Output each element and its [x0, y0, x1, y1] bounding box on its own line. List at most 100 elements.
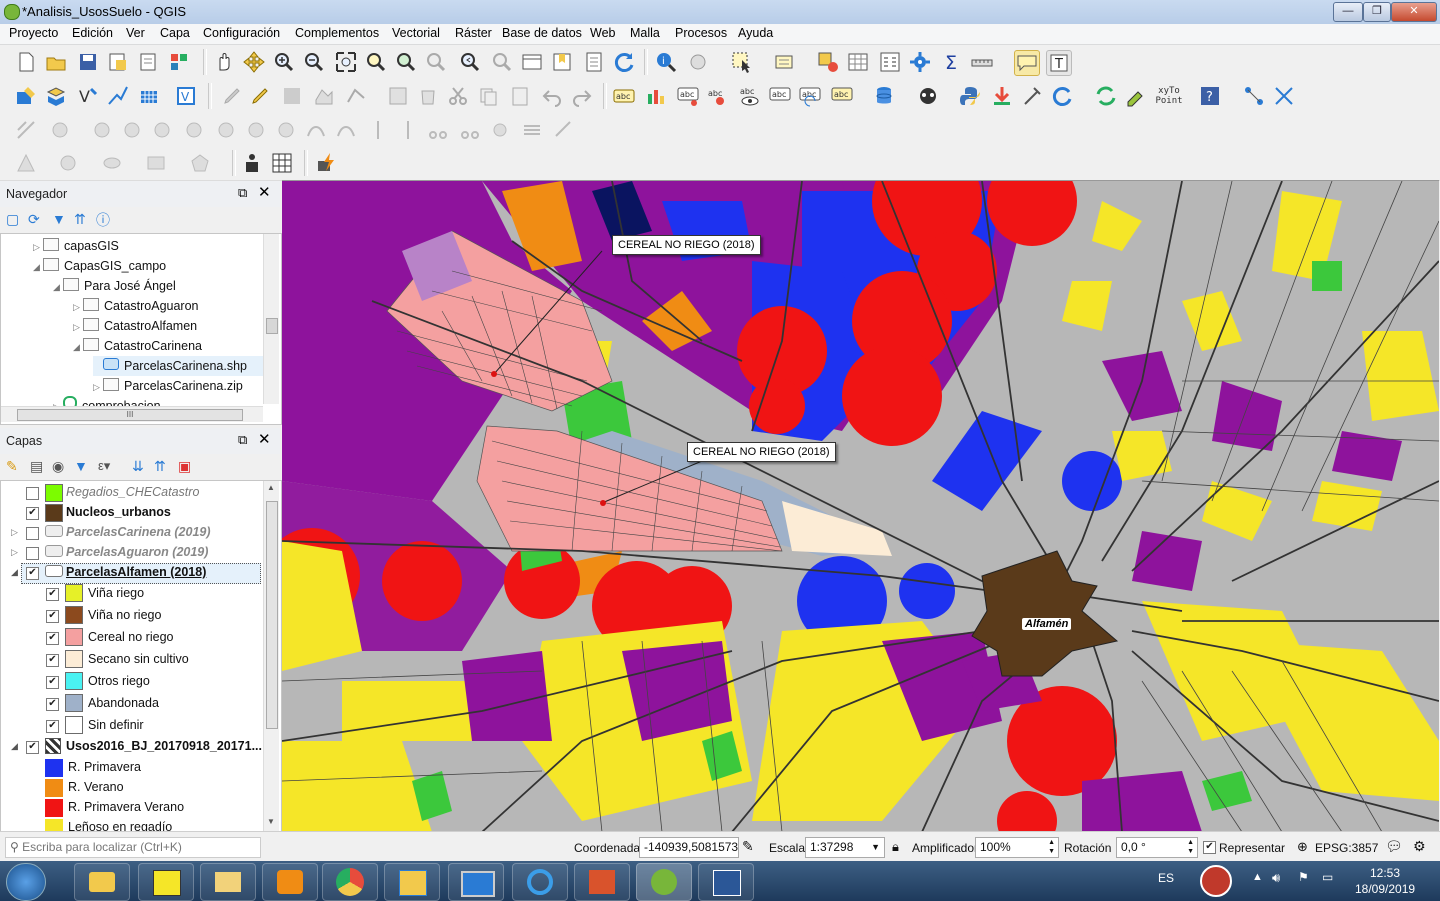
map-canvas[interactable]: CEREAL NO RIEGO (2018) CEREAL NO RIEGO (… [282, 180, 1439, 832]
clock-time[interactable]: 12:53 [1370, 866, 1400, 880]
text-annotation-icon[interactable]: T [1046, 50, 1072, 76]
change-label-icon[interactable]: abc [830, 84, 854, 108]
digitize-v-icon[interactable]: V [76, 84, 100, 108]
taskbar-word-icon[interactable] [698, 863, 754, 901]
category-checkbox[interactable]: ✔ [46, 610, 59, 623]
zoom-in-icon[interactable] [272, 50, 296, 74]
processing-toolbox-icon[interactable] [908, 50, 932, 74]
menu-proyecto[interactable]: Proyecto [9, 26, 58, 40]
filter-navigator-icon[interactable]: ▼ [52, 211, 66, 227]
show-bookmarks-icon[interactable] [582, 50, 606, 74]
rotate-point-symbols-icon[interactable] [488, 118, 512, 142]
category-checkbox[interactable]: ✔ [46, 676, 59, 689]
nav-item-capasgis[interactable]: ▷ capasGIS [33, 236, 119, 256]
magnifier-spinbox[interactable]: 100% ▲ ▼ [975, 837, 1059, 858]
expand-all-icon[interactable]: ⇊ [132, 458, 144, 475]
scale-combobox[interactable]: 1:37298 ▼ [805, 837, 885, 858]
float-panel-icon[interactable]: ⧉ [238, 185, 247, 201]
menu-raster[interactable]: Ráster [455, 26, 492, 40]
run-feature-action-icon[interactable] [686, 50, 710, 74]
select-by-value-icon[interactable] [772, 50, 796, 74]
add-line-icon[interactable] [106, 84, 130, 108]
new-project-icon[interactable] [14, 50, 38, 74]
menu-procesos[interactable]: Procesos [675, 26, 727, 40]
lock-scale-icon[interactable]: 🔒︎ [892, 839, 899, 855]
highlight-labels-icon[interactable]: abc [706, 84, 730, 108]
taskbar-files-icon[interactable] [200, 863, 256, 901]
menu-base-de-datos[interactable]: Base de datos [502, 26, 582, 40]
layers-vscroll-thumb[interactable] [266, 501, 278, 729]
filter-expression-icon[interactable]: ε▾ [98, 458, 110, 474]
split-features-icon[interactable] [366, 118, 390, 142]
new-print-layout-icon[interactable] [106, 50, 130, 74]
current-edits-icon[interactable] [220, 84, 244, 108]
layer-checkbox[interactable] [26, 487, 39, 500]
label-abc-icon[interactable]: abc [612, 84, 636, 108]
offset-point-symbols-icon[interactable] [520, 118, 544, 142]
deselect-features-icon[interactable] [816, 50, 840, 74]
menu-edicion[interactable]: Edición [72, 26, 113, 40]
taskbar-mail-icon[interactable] [74, 863, 130, 901]
category-checkbox[interactable]: ✔ [46, 654, 59, 667]
zoom-full-icon[interactable] [334, 50, 358, 74]
log-messages-icon[interactable]: ⚙ [1413, 838, 1426, 855]
shape-digitize-rectangle-icon[interactable] [144, 151, 168, 175]
xyto-point-button[interactable]: xyTo Point [1154, 84, 1184, 108]
menu-capa[interactable]: Capa [160, 26, 190, 40]
add-raster-layer-icon[interactable] [138, 84, 162, 108]
shape-digitize-ellipse-icon[interactable] [100, 151, 124, 175]
taskbar-postit-icon[interactable] [138, 863, 194, 901]
language-indicator[interactable]: ES [1158, 871, 1174, 885]
delete-ring-icon[interactable] [244, 118, 268, 142]
add-group-icon[interactable]: ▤ [30, 458, 43, 475]
shape-digitize-circle-icon[interactable] [56, 151, 80, 175]
measure-line-icon[interactable] [970, 50, 994, 74]
fill-ring-icon[interactable] [214, 118, 238, 142]
category-checkbox[interactable]: ✔ [46, 720, 59, 733]
modify-attributes-icon[interactable] [386, 84, 410, 108]
add-vector-layer-icon[interactable] [44, 84, 68, 108]
menu-ver[interactable]: Ver [126, 26, 145, 40]
close-panel-icon[interactable]: ✕ [258, 183, 271, 201]
layout-manager-icon[interactable] [136, 50, 160, 74]
crs-label[interactable]: EPSG:3857 [1315, 841, 1378, 855]
pan-to-selection-icon[interactable] [242, 50, 266, 74]
python-console-icon[interactable] [958, 84, 982, 108]
nav-item-catastro-carinena[interactable]: ◢ CatastroCarinena [73, 336, 202, 356]
filter-legend-icon[interactable]: ▼ [74, 458, 88, 474]
refresh-icon[interactable] [612, 50, 636, 74]
action-center-icon[interactable]: ▭ [1322, 870, 1333, 884]
pan-hand-icon[interactable] [212, 50, 236, 74]
pin-labels-icon[interactable]: abc [676, 84, 700, 108]
layer-checkbox[interactable]: ✔ [26, 567, 39, 580]
taskbar-chrome-icon[interactable] [322, 863, 378, 901]
help-icon[interactable]: ? [1198, 84, 1222, 108]
offset-curve-icon[interactable] [334, 118, 358, 142]
nav-item-catastro-alfamen[interactable]: ▷ CatastroAlfamen [73, 316, 197, 336]
data-source-manager-icon[interactable] [14, 84, 38, 108]
clock-date[interactable]: 18/09/2019 [1355, 882, 1415, 896]
map-tips-icon[interactable] [1014, 50, 1040, 76]
tray-app-icon[interactable] [1200, 865, 1232, 897]
vertex-tool-icon[interactable] [344, 84, 368, 108]
menu-configuracion[interactable]: Configuración [203, 26, 280, 40]
nav-item-parcelas-carinena-shp[interactable]: ParcelasCarinena.shp [93, 356, 263, 376]
taskbar-screen-icon[interactable] [448, 863, 504, 901]
rotate-label-icon[interactable]: abc [798, 84, 822, 108]
navigator-vscrollbar[interactable] [263, 234, 279, 404]
add-ring-icon[interactable] [150, 118, 174, 142]
expand-arrow-icon[interactable]: ▷ [11, 522, 18, 542]
edit-plugin-icon[interactable] [1124, 84, 1148, 108]
new-map-view-icon[interactable] [520, 50, 544, 74]
toggle-editing-icon[interactable] [248, 84, 272, 108]
menu-complementos[interactable]: Complementos [295, 26, 379, 40]
messages-icon[interactable]: 💬︎ [1385, 838, 1403, 855]
close-layers-panel-icon[interactable]: ✕ [258, 430, 271, 448]
add-part-icon[interactable] [182, 118, 206, 142]
crs-globe-icon[interactable]: ⊕ [1297, 839, 1308, 855]
plugin-lightning-icon[interactable] [314, 151, 338, 175]
gps-tools-icon[interactable] [916, 84, 940, 108]
undo-icon[interactable] [540, 84, 564, 108]
plugin-grid-icon[interactable] [270, 151, 294, 175]
statistics-sigma-icon[interactable]: Σ [940, 50, 964, 74]
